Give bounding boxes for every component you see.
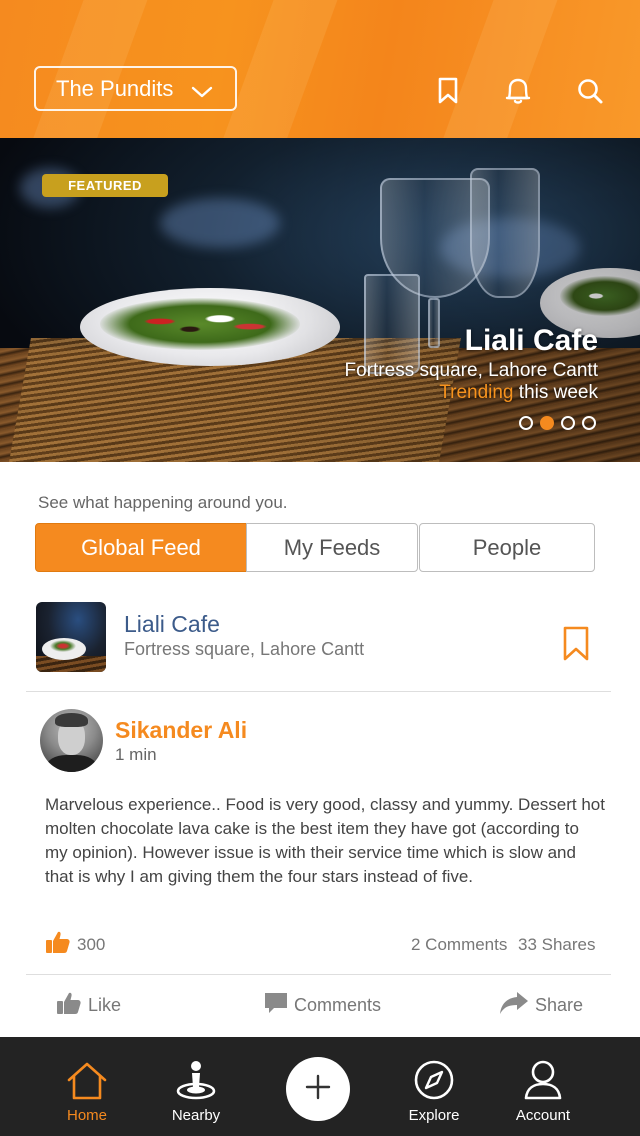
like-button[interactable]: Like [56, 988, 121, 1022]
post-author[interactable]: Sikander Ali [115, 717, 247, 744]
place-name[interactable]: Liali Cafe [124, 611, 220, 638]
comments-label: Comments [294, 994, 382, 1015]
carousel-dot-active[interactable] [540, 416, 554, 430]
home-icon [66, 1057, 108, 1101]
app-header: The Pundits [0, 0, 640, 138]
share-label: Share [535, 994, 584, 1015]
share-arrow-icon [499, 990, 529, 1021]
carousel-dot[interactable] [519, 416, 533, 430]
bell-icon[interactable] [500, 73, 536, 109]
likes-count-value: 300 [77, 934, 106, 954]
nav-account-label: Account [515, 1107, 571, 1124]
nav-explore-label: Explore [408, 1107, 460, 1124]
trending-highlight: Trending [439, 382, 514, 403]
avatar[interactable] [40, 709, 103, 772]
feed-tagline: See what happening around you. [38, 493, 288, 512]
compass-icon [413, 1057, 455, 1101]
like-label: Like [88, 994, 122, 1015]
hero-title: Liali Cafe [464, 324, 598, 357]
carousel-dot[interactable] [582, 416, 596, 430]
tab-global-feed[interactable]: Global Feed [35, 523, 247, 572]
post-body: Marvelous experience.. Food is very good… [45, 795, 605, 886]
comments-count[interactable]: 2 Comments [411, 935, 507, 955]
nav-nearby-label: Nearby [171, 1107, 221, 1124]
divider [26, 974, 611, 975]
nav-home-label: Home [66, 1107, 107, 1124]
place-thumbnail[interactable] [36, 602, 106, 672]
header-texture [427, 0, 573, 138]
add-post-button[interactable] [286, 1057, 350, 1121]
plus-icon [305, 1074, 331, 1104]
thumbnail-food [50, 640, 76, 652]
nav-nearby[interactable]: Nearby [141, 1037, 251, 1136]
place-address: Fortress square, Lahore Cantt [124, 639, 365, 659]
search-icon[interactable] [572, 73, 608, 109]
post-time: 1 min [115, 745, 157, 764]
divider [26, 691, 611, 692]
nav-explore[interactable]: Explore [379, 1037, 489, 1136]
featured-badge: FEATURED [42, 174, 168, 197]
tab-people[interactable]: People [419, 523, 595, 572]
comments-button[interactable]: Comments [264, 988, 381, 1022]
thumbs-up-icon [45, 929, 71, 960]
group-selector-label: The Pundits [56, 75, 174, 101]
trending-suffix: this week [513, 382, 598, 403]
comment-icon [264, 991, 288, 1020]
nav-home[interactable]: Home [32, 1037, 142, 1136]
group-selector[interactable]: The Pundits [34, 66, 237, 111]
chevron-down-icon [191, 80, 213, 106]
share-button[interactable]: Share [499, 988, 583, 1022]
shares-count[interactable]: 33 Shares [518, 935, 596, 955]
avatar-shoulders [46, 755, 97, 772]
likes-count[interactable]: 300 [45, 929, 105, 960]
carousel-dot[interactable] [561, 416, 575, 430]
hero-address: Fortress square, Lahore Cantt [344, 360, 598, 381]
tab-my-feeds[interactable]: My Feeds [246, 523, 418, 572]
bookmark-icon[interactable] [430, 73, 466, 109]
carousel-pagination [519, 416, 596, 430]
thumbs-up-icon [56, 990, 82, 1021]
location-pin-icon [175, 1057, 217, 1101]
user-icon [523, 1057, 563, 1101]
avatar-hair [55, 713, 88, 727]
featured-carousel[interactable]: FEATURED Liali Cafe Fortress square, Lah… [0, 138, 640, 462]
nav-account[interactable]: Account [488, 1037, 598, 1136]
hero-trending: Trending this week [439, 382, 598, 404]
bookmark-place-icon[interactable] [563, 626, 589, 666]
